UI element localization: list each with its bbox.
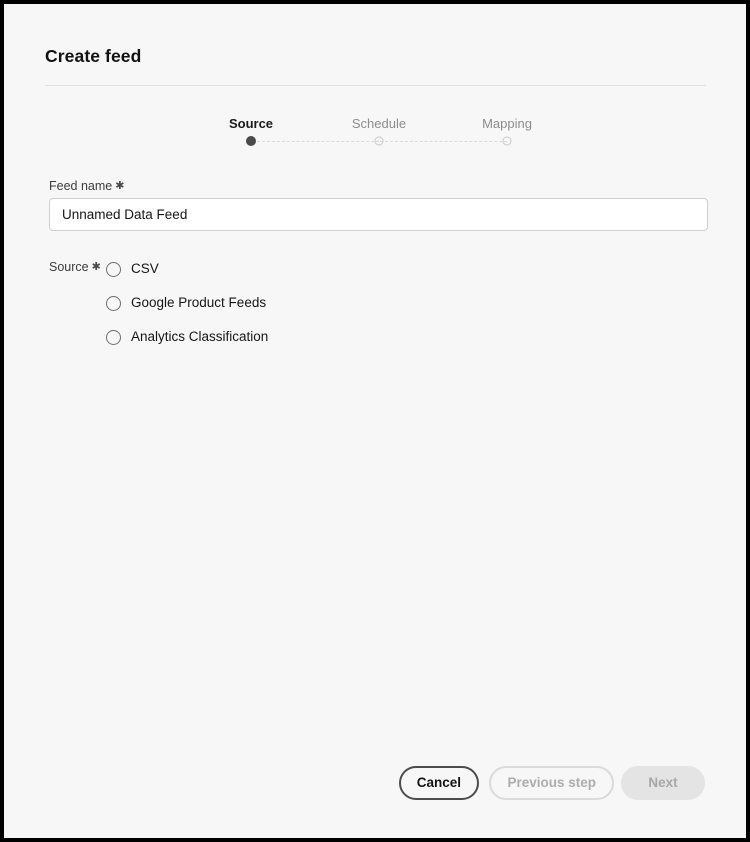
stepper-step-schedule-label: Schedule xyxy=(351,116,407,131)
source-label: Source ✱ xyxy=(49,259,101,275)
header-divider xyxy=(45,85,706,86)
source-required-asterisk: ✱ xyxy=(91,261,101,273)
feed-name-required-asterisk: ✱ xyxy=(115,180,125,192)
stepper-step-source-label: Source xyxy=(228,116,274,131)
app-window-frame: Create feed Source Schedule Mapping Feed… xyxy=(0,0,750,842)
source-option-analytics-classification-label: Analytics Classification xyxy=(131,329,269,344)
stepper-step-mapping-marker xyxy=(502,136,512,146)
radio-icon xyxy=(106,295,121,311)
source-label-text: Source xyxy=(49,260,89,274)
source-option-google-product-feeds[interactable]: Google Product Feeds xyxy=(106,286,666,320)
radio-icon xyxy=(106,329,121,345)
create-feed-dialog: Create feed Source Schedule Mapping Feed… xyxy=(4,4,746,838)
radio-icon xyxy=(106,261,121,277)
source-option-csv[interactable]: CSV xyxy=(106,252,666,286)
source-option-analytics-classification[interactable]: Analytics Classification xyxy=(106,320,666,354)
progress-stepper: Source Schedule Mapping xyxy=(45,116,706,156)
stepper-step-mapping[interactable]: Mapping xyxy=(457,116,557,156)
cancel-button[interactable]: Cancel xyxy=(398,766,479,800)
stepper-step-source-marker xyxy=(246,136,256,146)
source-radio-group: CSV Google Product Feeds Analytics Class… xyxy=(106,252,666,354)
feed-name-label: Feed name ✱ xyxy=(49,178,124,194)
stepper-step-source[interactable]: Source xyxy=(201,116,301,156)
stepper-step-schedule-marker xyxy=(374,136,384,146)
source-option-google-product-feeds-label: Google Product Feeds xyxy=(131,295,267,310)
feed-name-input[interactable] xyxy=(49,198,708,231)
next-button[interactable]: Next xyxy=(621,766,705,800)
source-option-csv-label: CSV xyxy=(131,261,159,276)
previous-step-button[interactable]: Previous step xyxy=(489,766,614,800)
feed-name-label-text: Feed name xyxy=(49,179,113,193)
stepper-step-schedule[interactable]: Schedule xyxy=(329,116,429,156)
stepper-step-mapping-label: Mapping xyxy=(482,116,532,131)
dialog-footer: Cancel Previous step Next xyxy=(45,766,705,804)
page-title: Create feed xyxy=(45,46,142,66)
